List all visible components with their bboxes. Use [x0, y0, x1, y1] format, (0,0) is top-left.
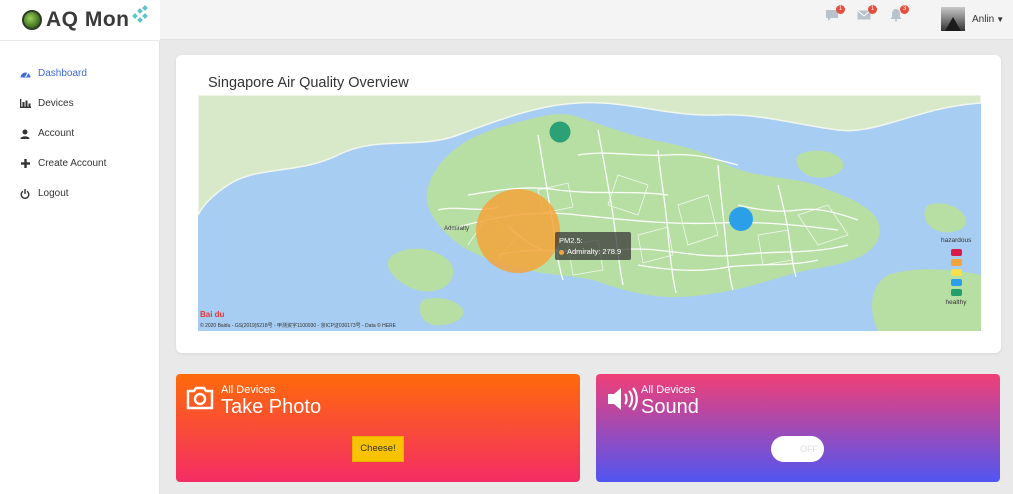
sidebar-item-create-account[interactable]: Create Account [18, 158, 106, 169]
speedometer-icon [18, 69, 32, 78]
sidebar-item-label: Create Account [38, 158, 107, 169]
sidebar-item-label: Dashboard [38, 68, 87, 79]
baidu-logo[interactable]: Bai du [200, 310, 224, 319]
sensor-tooltip: PM2.5: Admiralty: 278.9 [555, 232, 631, 260]
brand-name: AQ Mon [46, 8, 130, 31]
mail-count-badge: 1 [868, 5, 877, 14]
camera-icon [186, 386, 214, 415]
avatar [941, 7, 965, 31]
alerts-count-badge: 3 [900, 5, 909, 14]
southwest-island [419, 298, 464, 326]
sidebar-item-label: Logout [38, 188, 69, 199]
brand-logo[interactable]: AQ Mon [0, 0, 160, 40]
legend-swatch-hazardous[interactable] [950, 249, 962, 256]
legend-bottom-label: healthy [945, 299, 967, 306]
tooltip-value: Admiralty: 278.9 [567, 247, 622, 256]
page-title: Singapore Air Quality Overview [208, 75, 409, 91]
toggle-knob [774, 439, 794, 459]
legend-swatch-good[interactable] [950, 279, 962, 286]
legend-swatch-moderate[interactable] [950, 269, 962, 276]
card-title: Take Photo [221, 396, 322, 418]
bar-chart-icon [18, 99, 32, 108]
chat-count-badge: 1 [836, 5, 845, 14]
alerts-notification[interactable]: 3 [889, 5, 909, 27]
map-canvas [198, 95, 981, 331]
sidebar-item-label: Account [38, 128, 75, 139]
aqi-legend: hazardous healthy [941, 237, 971, 306]
sidebar: Dashboard Devices Account Create Account… [0, 41, 160, 494]
sensor-north-marker[interactable] [549, 121, 571, 143]
chevron-down-icon: ▼ [996, 14, 1005, 24]
plus-icon [18, 159, 32, 168]
mail-notification[interactable]: 1 [857, 5, 877, 27]
power-icon [18, 188, 32, 199]
legend-top-label: hazardous [941, 237, 972, 244]
logo-globe-icon [22, 10, 42, 30]
sidebar-item-account[interactable]: Account [18, 128, 74, 139]
card-title: Sound [641, 396, 699, 418]
top-bar: AQ Mon 1 1 3 Anlin ▼ [0, 0, 1013, 40]
tooltip-dot-icon [559, 249, 564, 255]
user-menu[interactable]: Anlin ▼ [941, 7, 1004, 31]
card-subtitle: All Devices [221, 384, 276, 396]
place-label: Admiralty [444, 226, 470, 232]
take-photo-card: All Devices Take Photo Cheese! [176, 374, 580, 482]
card-subtitle: All Devices [641, 384, 696, 396]
logo-sparkle-icon [131, 5, 149, 24]
tooltip-entry: Admiralty: 278.9 [559, 246, 627, 257]
singapore-map[interactable]: Admiralty PM2.5: Admiralty: 278.9 hazard… [198, 95, 981, 331]
far-east-island [924, 203, 967, 233]
sound-card: All Devices Sound OFF [596, 374, 1000, 482]
sensor-admiralty-marker[interactable] [476, 189, 560, 273]
chat-notification[interactable]: 1 [825, 5, 845, 27]
air-quality-map-card: Singapore Air Quality Overview Admiralty… [176, 55, 1001, 353]
northeast-island [796, 150, 844, 178]
user-icon [18, 129, 32, 139]
legend-swatch-unhealthy[interactable] [950, 259, 962, 266]
speaker-icon [606, 386, 638, 417]
sidebar-item-label: Devices [38, 98, 74, 109]
legend-swatch-healthy[interactable] [950, 289, 962, 296]
sidebar-item-dashboard[interactable]: Dashboard [18, 68, 87, 79]
cheese-button[interactable]: Cheese! [352, 436, 404, 462]
sensor-east-marker[interactable] [729, 207, 753, 231]
map-attribution: © 2020 Baidu - GS(2019)5218号 - 甲测资字11009… [200, 323, 396, 329]
sidebar-item-logout[interactable]: Logout [18, 188, 69, 199]
sound-toggle[interactable]: OFF [771, 436, 824, 462]
tooltip-heading: PM2.5: [559, 236, 583, 245]
west-island [387, 248, 454, 292]
sidebar-item-devices[interactable]: Devices [18, 98, 74, 109]
toggle-label: OFF [800, 444, 818, 454]
user-name: Anlin [972, 13, 995, 25]
